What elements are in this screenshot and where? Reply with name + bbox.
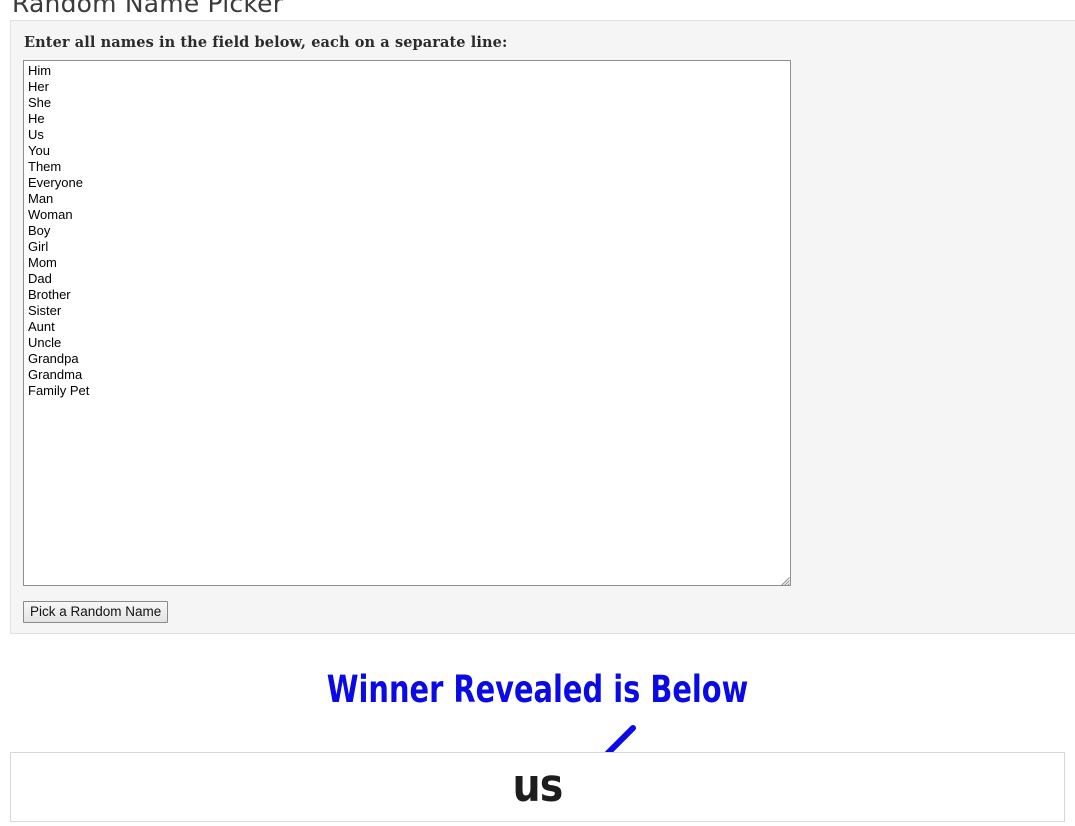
random-name-picker-panel: Enter all names in the field below, each… [10, 20, 1075, 634]
instruction-label: Enter all names in the field below, each… [24, 34, 508, 51]
winner-result-box: us [10, 752, 1065, 822]
pick-random-name-button[interactable]: Pick a Random Name [23, 601, 169, 623]
winner-name-text: us [512, 759, 563, 812]
page-title: Random Name Picker [12, 0, 284, 18]
names-input[interactable] [23, 60, 791, 586]
annotation-headline: Winner Revealed is Below [326, 668, 749, 711]
